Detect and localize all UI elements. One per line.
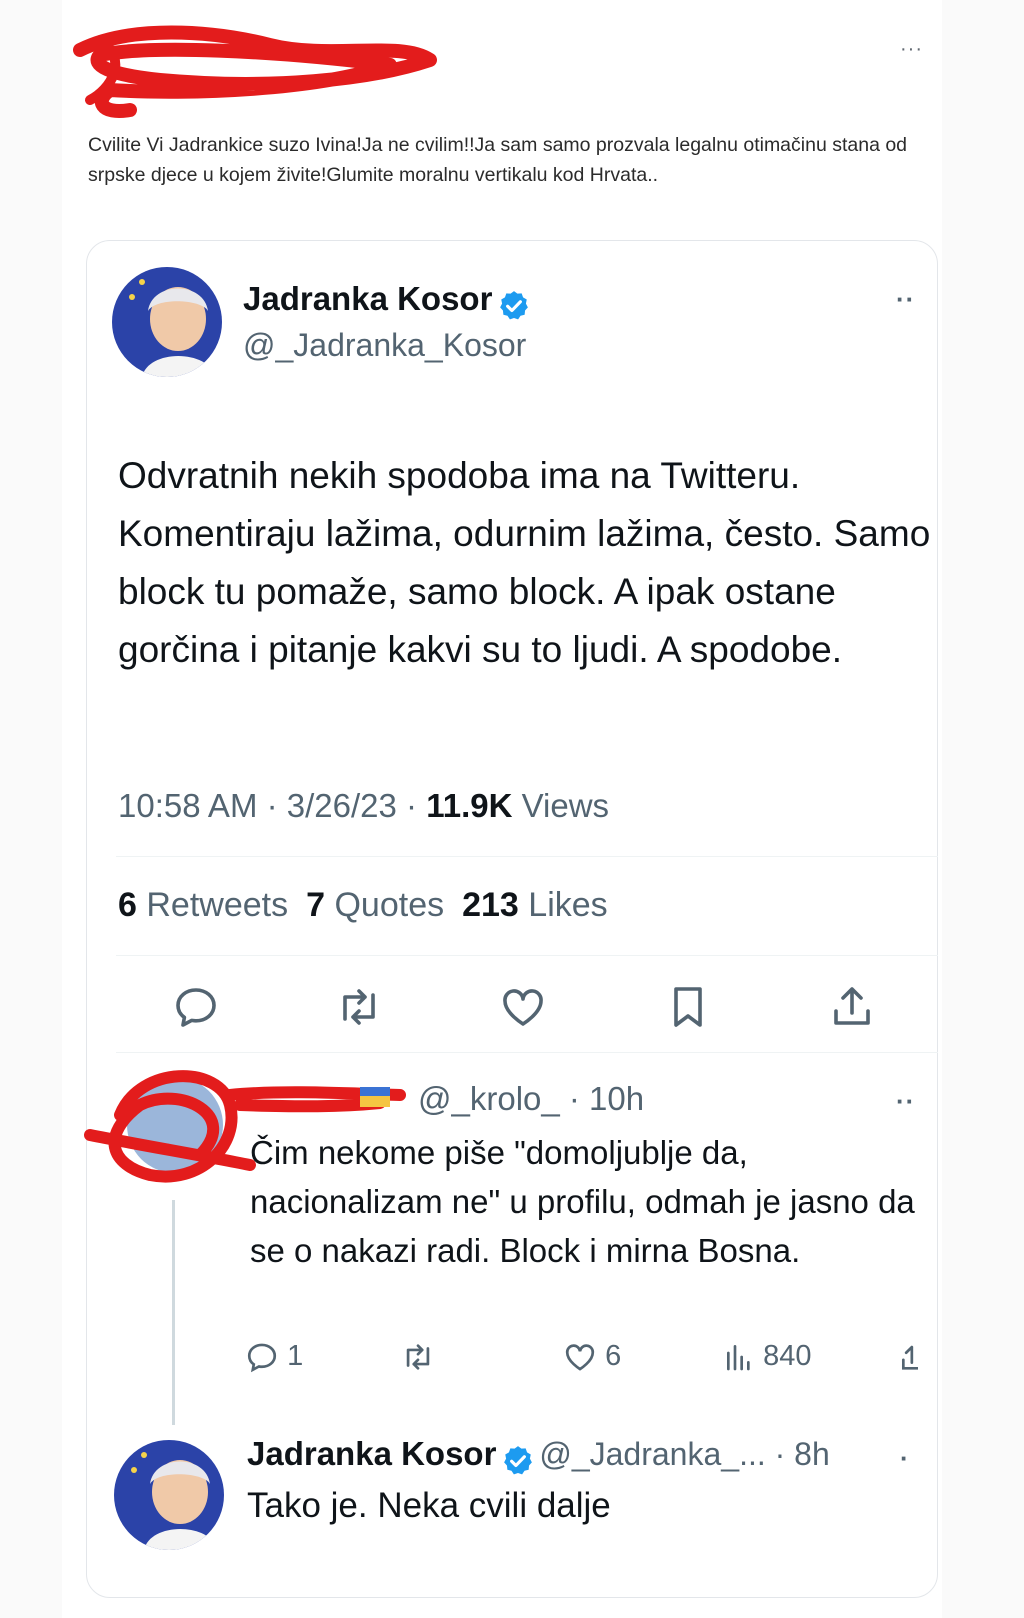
verified-badge-icon (500, 290, 528, 320)
last-reply-avatar[interactable] (114, 1440, 224, 1550)
likes-label[interactable]: Likes (519, 886, 607, 924)
reply-count: 1 (287, 1340, 304, 1372)
redaction-scribble (73, 25, 437, 118)
thread-line (172, 1200, 175, 1425)
reply-views-action[interactable]: 840 (723, 1340, 811, 1376)
tweet-stats: 6 Retweets 7 Quotes 213 Likes (118, 886, 608, 925)
last-reply-body: Tako je. Neka cvili dalje (247, 1486, 611, 1525)
reply-share-action[interactable] (900, 1340, 919, 1376)
reply-reply-action[interactable]: 1 (245, 1340, 303, 1376)
likes-count[interactable]: 213 (462, 886, 519, 924)
like-icon (565, 1344, 595, 1371)
views-count: 11.9K (426, 787, 513, 824)
avatar-image (112, 267, 222, 377)
divider (116, 856, 938, 857)
tweet-body: Odvratnih nekih spodoba ima na Twitteru.… (118, 455, 931, 670)
reply-body: Čim nekome piše "domoljublje da, naciona… (250, 1134, 915, 1269)
reply-more-icon[interactable]: ·· (896, 1086, 915, 1117)
views-label: Views (512, 787, 610, 824)
reply-icon (247, 1343, 277, 1373)
last-reply-header: Jadranka Kosor @_Jadranka_... · 8h (247, 1435, 830, 1478)
last-reply-more-icon[interactable]: · (900, 1443, 910, 1474)
divider (116, 955, 938, 956)
share-icon[interactable] (828, 983, 876, 1031)
author-avatar[interactable] (112, 267, 222, 377)
views-chart-icon (727, 1345, 750, 1371)
tweet-timestamp[interactable]: 10:58 AM · 3/26/23 · (118, 787, 426, 824)
reply-retweet-action[interactable] (401, 1340, 435, 1376)
quotes-count[interactable]: 7 (306, 886, 325, 924)
post-text: Cvilite Vi Jadrankice suzo Ivina!Ja ne c… (88, 134, 908, 186)
last-reply-handle-time[interactable]: @_Jadranka_... · 8h (539, 1436, 829, 1472)
tweet-meta: 10:58 AM · 3/26/23 · 11.9K Views (118, 787, 609, 825)
author-handle[interactable]: @_Jadranka_Kosor (243, 327, 526, 364)
share-icon (901, 1346, 919, 1371)
avatar-image (114, 1440, 224, 1550)
retweets-count[interactable]: 6 (118, 886, 137, 924)
verified-badge-icon (504, 1445, 532, 1475)
quotes-label[interactable]: Quotes (325, 886, 444, 924)
reply-like-action[interactable]: 6 (563, 1340, 621, 1376)
retweets-label[interactable]: Retweets (137, 886, 288, 924)
retweet-icon (406, 1344, 430, 1371)
reply-like-count: 6 (605, 1340, 622, 1372)
reply-views-count: 840 (763, 1340, 812, 1372)
reply-icon[interactable] (172, 983, 220, 1031)
post-more-icon[interactable]: ··· (900, 38, 923, 61)
last-reply-author-name[interactable]: Jadranka Kosor (247, 1435, 496, 1472)
author-name[interactable]: Jadranka Kosor (243, 280, 492, 317)
reply-handle-time[interactable]: @_krolo_ · 10h (418, 1080, 644, 1118)
bookmark-icon[interactable] (664, 983, 712, 1031)
like-icon[interactable] (499, 983, 547, 1031)
tweet-more-icon[interactable]: ·· (896, 284, 915, 315)
retweet-icon[interactable] (335, 983, 383, 1031)
